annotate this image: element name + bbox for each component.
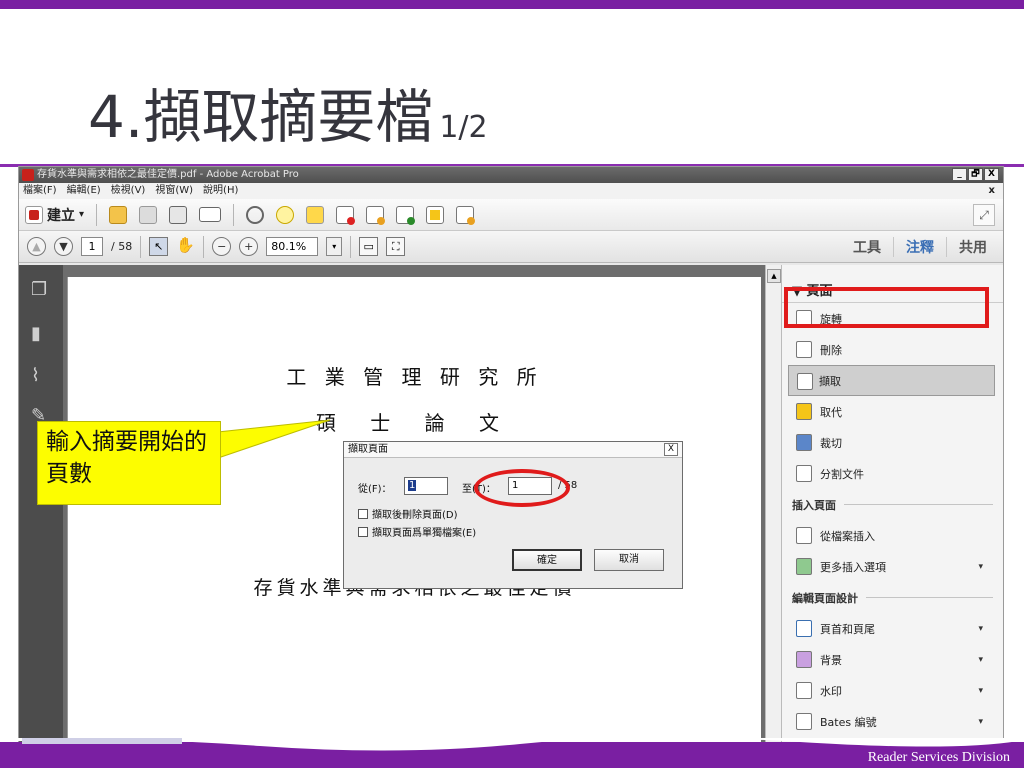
highlight-to-field-ellipse xyxy=(474,469,570,507)
highlight-pages-header-rect xyxy=(784,287,989,328)
callout-text: 輸入摘要開始的頁數 xyxy=(46,429,207,487)
slide: 4.擷取摘要檔 1/2 存貨水準與需求相依之最佳定價.pdf - Adobe Ac… xyxy=(0,0,1024,768)
callout-pointer xyxy=(217,419,331,459)
footer-text: Reader Services Division xyxy=(867,750,1010,765)
callout-note: 輸入摘要開始的頁數 xyxy=(37,421,221,505)
